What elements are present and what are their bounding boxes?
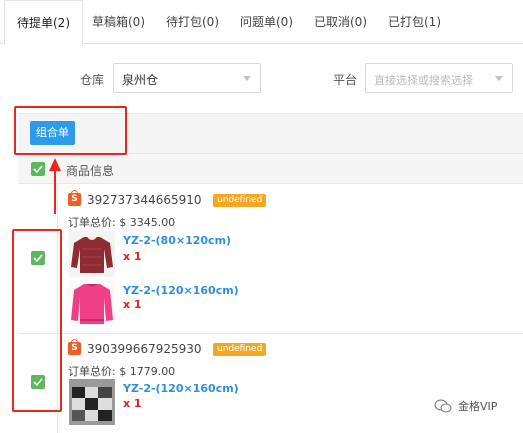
tab-packed[interactable]: 已打包(1) xyxy=(388,0,441,44)
order-checkbox[interactable] xyxy=(31,375,45,389)
item-quantity: x 1 xyxy=(123,397,142,410)
annotation-arrow xyxy=(54,170,56,214)
tab-cancelled[interactable]: 已取消(0) xyxy=(314,0,367,44)
select-all-checkbox[interactable] xyxy=(31,162,45,176)
platform-placeholder: 直接选择或搜索选择 xyxy=(374,74,473,87)
item-quantity: x 1 xyxy=(123,298,142,311)
chevron-down-icon xyxy=(243,76,251,81)
warehouse-select[interactable]: 泉州仓 xyxy=(113,63,261,93)
row-divider xyxy=(18,333,523,334)
sku-link[interactable]: YZ-2-(120×160cm) xyxy=(123,284,239,297)
combine-order-button[interactable]: 组合单 xyxy=(30,121,75,145)
tab-drafts[interactable]: 草稿箱(0) xyxy=(92,0,145,44)
tab-problem-orders[interactable]: 问题单(0) xyxy=(240,0,293,44)
platform-select[interactable]: 直接选择或搜索选择 xyxy=(365,63,513,93)
column-divider xyxy=(57,184,58,433)
order-id[interactable]: 392737344665910 xyxy=(87,193,202,207)
product-image-sweater-pink[interactable] xyxy=(69,280,115,326)
check-icon xyxy=(33,378,43,386)
platform-label: 平台 xyxy=(333,73,358,87)
shopee-icon: S xyxy=(68,339,81,355)
tab-pending-submit[interactable]: 待提单(2) xyxy=(4,0,83,45)
table-header: 商品信息 xyxy=(18,153,523,184)
order-total: 订单总价: $ 3345.00 xyxy=(68,216,176,229)
product-image-sweater-red[interactable] xyxy=(69,231,115,277)
sku-link[interactable]: YZ-2-(80×120cm) xyxy=(123,234,231,247)
action-toolbar xyxy=(18,113,523,153)
check-icon xyxy=(33,165,43,173)
product-image-rug[interactable] xyxy=(69,379,115,425)
shopee-icon: S xyxy=(68,190,81,206)
warehouse-value: 泉州仓 xyxy=(122,73,159,87)
tab-pending-pack[interactable]: 待打包(0) xyxy=(166,0,219,44)
watermark-text: 金格VIP xyxy=(458,400,498,413)
watermark: 金格VIP xyxy=(434,398,497,414)
order-id[interactable]: 390399667925930 xyxy=(87,342,202,356)
item-quantity: x 1 xyxy=(123,250,142,263)
warehouse-label: 仓库 xyxy=(80,73,105,87)
order-total: 订单总价: $ 1779.00 xyxy=(68,365,176,378)
wechat-icon xyxy=(434,399,452,413)
sku-link[interactable]: YZ-2-(120×160cm) xyxy=(123,382,239,395)
arrow-up-icon xyxy=(49,158,61,171)
product-info-header: 商品信息 xyxy=(66,164,115,178)
check-icon xyxy=(33,254,43,262)
status-badge: undefined xyxy=(213,343,267,356)
chevron-down-icon xyxy=(495,76,503,81)
order-checkbox[interactable] xyxy=(31,251,45,265)
order-status-tabs: 待提单(2) 草稿箱(0) 待打包(0) 问题单(0) 已取消(0) 已打包(1… xyxy=(0,0,523,45)
status-badge: undefined xyxy=(213,194,267,207)
